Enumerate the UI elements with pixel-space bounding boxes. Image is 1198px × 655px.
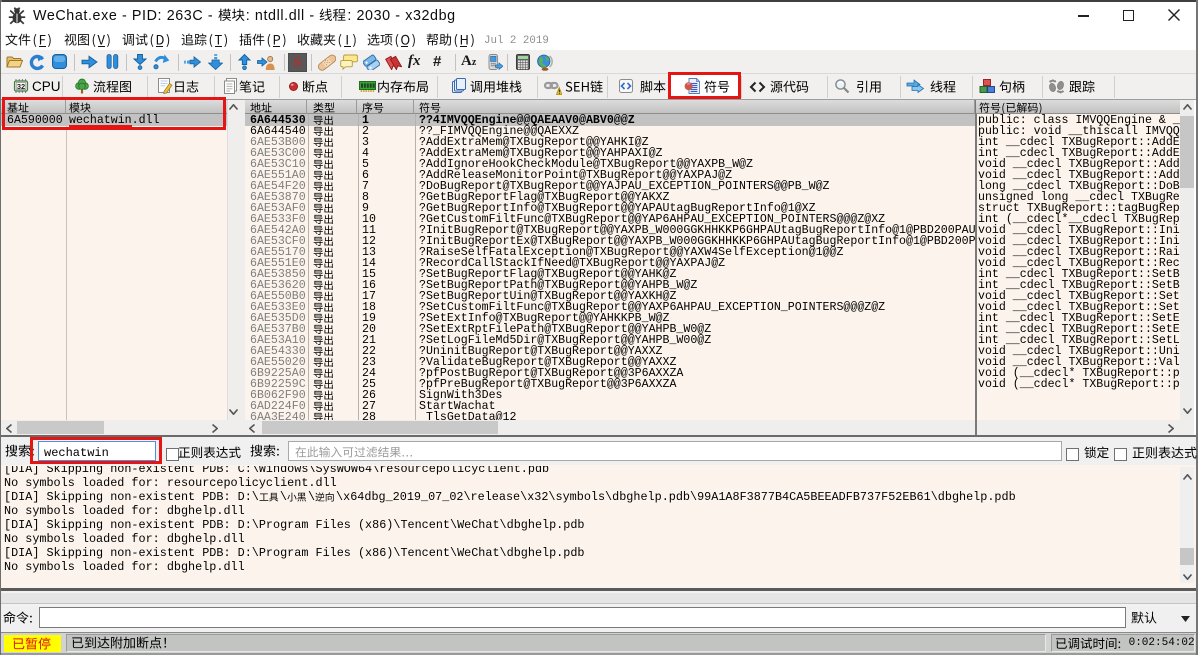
svg-text:S: S xyxy=(293,55,302,72)
svg-text:32: 32 xyxy=(17,82,25,91)
